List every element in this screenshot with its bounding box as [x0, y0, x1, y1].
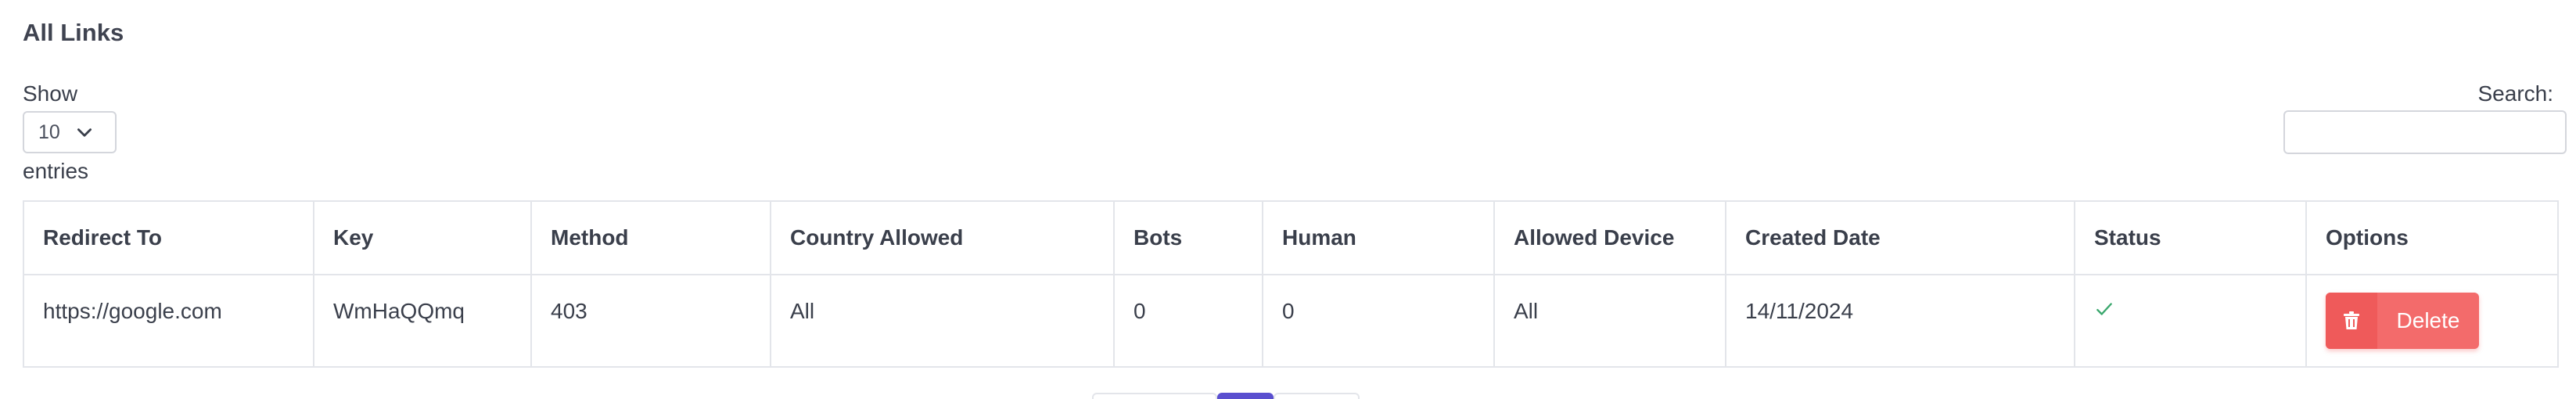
column-header-key[interactable]: Key: [313, 200, 532, 275]
entries-per-page-select[interactable]: 10: [23, 111, 117, 153]
cell-created-date: 14/11/2024: [1725, 274, 2075, 368]
column-header-redirect-to[interactable]: Redirect To: [23, 200, 314, 275]
table-header-row: Redirect To Key Method Country Allowed B…: [23, 200, 2559, 275]
cell-method: 403: [530, 274, 771, 368]
trash-icon: [2344, 311, 2359, 329]
cell-key: WmHaQQmq: [313, 274, 532, 368]
show-label: Show: [23, 81, 78, 106]
column-header-human[interactable]: Human: [1262, 200, 1495, 275]
entries-per-page-value: 10: [38, 120, 60, 143]
column-header-created-date[interactable]: Created Date: [1725, 200, 2075, 275]
cell-redirect-to: https://google.com: [23, 274, 314, 368]
check-icon: [2096, 303, 2112, 315]
page-title: All Links: [23, 19, 124, 46]
delete-button-label: Delete: [2396, 308, 2460, 332]
pagination-previous-button[interactable]: [1092, 393, 1217, 399]
search-input[interactable]: [2283, 110, 2567, 154]
cell-human: 0: [1262, 274, 1495, 368]
table-body: https://google.com WmHaQQmq 403 All 0 0 …: [23, 274, 2559, 368]
column-header-method[interactable]: Method: [530, 200, 771, 275]
chevron-down-icon: [77, 128, 92, 137]
delete-button[interactable]: Delete: [2326, 293, 2479, 349]
cell-country-allowed: All: [770, 274, 1115, 368]
pagination: [1092, 393, 1360, 399]
column-header-allowed-device[interactable]: Allowed Device: [1493, 200, 1726, 275]
column-header-country-allowed[interactable]: Country Allowed: [770, 200, 1115, 275]
table-row: https://google.com WmHaQQmq 403 All 0 0 …: [23, 274, 2559, 368]
pagination-page-1-button[interactable]: [1217, 393, 1274, 399]
column-header-options[interactable]: Options: [2305, 200, 2559, 275]
cell-bots: 0: [1113, 274, 1263, 368]
table-header: Redirect To Key Method Country Allowed B…: [23, 200, 2559, 275]
pagination-next-button[interactable]: [1274, 393, 1360, 399]
column-header-status[interactable]: Status: [2074, 200, 2307, 275]
delete-icon-wrap: [2326, 293, 2377, 349]
column-header-bots[interactable]: Bots: [1113, 200, 1263, 275]
search-label: Search:: [2477, 81, 2554, 106]
links-table: Redirect To Key Method Country Allowed B…: [23, 200, 2559, 368]
cell-allowed-device: All: [1493, 274, 1726, 368]
links-table-container: Redirect To Key Method Country Allowed B…: [23, 200, 2559, 368]
entries-label: entries: [23, 159, 89, 183]
page: All Links Show 10 entries Search: Redire…: [0, 0, 2576, 399]
cell-status: [2074, 274, 2307, 368]
cell-options: Delete: [2305, 274, 2559, 368]
